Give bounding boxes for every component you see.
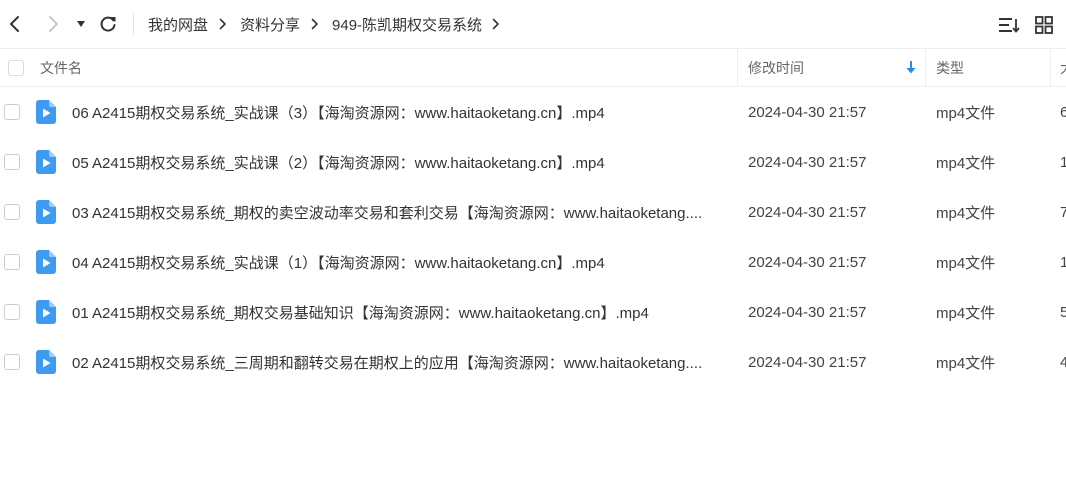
- file-name[interactable]: 02 A2415期权交易系统_三周期和翻转交易在期权上的应用【海淘资源网：www…: [72, 337, 724, 387]
- file-modified-time: 2024-04-30 21:57: [748, 103, 867, 121]
- column-header-modified[interactable]: 修改时间: [748, 49, 804, 86]
- video-file-icon: [36, 250, 56, 274]
- file-size: 1: [1060, 253, 1066, 271]
- grid-view-icon: [1035, 16, 1053, 34]
- row-checkbox[interactable]: [4, 354, 20, 370]
- row-checkbox[interactable]: [4, 254, 20, 270]
- file-name[interactable]: 01 A2415期权交易系统_期权交易基础知识【海淘资源网：www.haitao…: [72, 287, 724, 337]
- breadcrumb-item-my-drive[interactable]: 我的网盘: [148, 14, 208, 35]
- refresh-button[interactable]: [96, 10, 120, 38]
- column-header-type[interactable]: 类型: [936, 49, 964, 86]
- column-header-size[interactable]: 大: [1060, 49, 1066, 86]
- file-modified-time: 2024-04-30 21:57: [748, 153, 867, 171]
- file-type: mp4文件: [936, 204, 996, 222]
- table-row[interactable]: 06 A2415期权交易系统_实战课（3）【海淘资源网：www.haitaoke…: [0, 87, 1066, 137]
- column-divider: [1050, 49, 1051, 86]
- file-modified-time: 2024-04-30 21:57: [748, 303, 867, 321]
- column-divider: [737, 49, 738, 86]
- select-all-checkbox[interactable]: [8, 49, 24, 86]
- back-button[interactable]: [3, 10, 27, 38]
- file-list: 06 A2415期权交易系统_实战课（3）【海淘资源网：www.haitaoke…: [0, 87, 1066, 387]
- file-type: mp4文件: [936, 304, 996, 322]
- file-list-header: 文件名 修改时间 类型 大: [0, 48, 1066, 87]
- video-file-icon: [36, 100, 56, 124]
- column-header-name[interactable]: 文件名: [40, 49, 82, 86]
- breadcrumb-separator-icon: [311, 18, 319, 30]
- file-name[interactable]: 04 A2415期权交易系统_实战课（1）【海淘资源网：www.haitaoke…: [72, 237, 724, 287]
- refresh-icon: [100, 16, 116, 32]
- video-file-icon: [36, 350, 56, 374]
- file-name[interactable]: 05 A2415期权交易系统_实战课（2）【海淘资源网：www.haitaoke…: [72, 137, 724, 187]
- breadcrumb-item-shared[interactable]: 资料分享: [240, 14, 300, 35]
- file-modified-time: 2024-04-30 21:57: [748, 203, 867, 221]
- row-checkbox[interactable]: [4, 104, 20, 120]
- file-size: 5: [1060, 303, 1066, 321]
- file-modified-time: 2024-04-30 21:57: [748, 253, 867, 271]
- video-file-icon: [36, 150, 56, 174]
- history-dropdown-button[interactable]: [70, 10, 92, 38]
- file-size: 4: [1060, 353, 1066, 371]
- column-divider: [925, 49, 926, 86]
- file-size: 1: [1060, 153, 1066, 171]
- toolbar-divider: [133, 13, 134, 35]
- arrow-down-icon[interactable]: [905, 60, 917, 74]
- chevron-right-icon: [49, 16, 58, 32]
- table-row[interactable]: 01 A2415期权交易系统_期权交易基础知识【海淘资源网：www.haitao…: [0, 287, 1066, 337]
- row-checkbox[interactable]: [4, 204, 20, 220]
- sort-options-button[interactable]: [997, 13, 1021, 37]
- file-size: 6: [1060, 103, 1066, 121]
- breadcrumb: 我的网盘 资料分享 949-陈凯期权交易系统: [148, 0, 513, 48]
- caret-down-icon: [77, 21, 85, 27]
- table-row[interactable]: 05 A2415期权交易系统_实战课（2）【海淘资源网：www.haitaoke…: [0, 137, 1066, 187]
- file-type: mp4文件: [936, 154, 996, 172]
- breadcrumb-separator-icon: [219, 18, 227, 30]
- table-row[interactable]: 04 A2415期权交易系统_实战课（1）【海淘资源网：www.haitaoke…: [0, 237, 1066, 287]
- file-modified-time: 2024-04-30 21:57: [748, 353, 867, 371]
- breadcrumb-item-current-folder[interactable]: 949-陈凯期权交易系统: [332, 14, 482, 35]
- sort-list-icon: [999, 18, 1020, 33]
- video-file-icon: [36, 300, 56, 324]
- toolbar: 我的网盘 资料分享 949-陈凯期权交易系统: [0, 0, 1066, 48]
- table-row[interactable]: 03 A2415期权交易系统_期权的卖空波动率交易和套利交易【海淘资源网：www…: [0, 187, 1066, 237]
- file-name[interactable]: 03 A2415期权交易系统_期权的卖空波动率交易和套利交易【海淘资源网：www…: [72, 187, 724, 237]
- file-type: mp4文件: [936, 254, 996, 272]
- chevron-left-icon: [10, 16, 19, 32]
- row-checkbox[interactable]: [4, 304, 20, 320]
- file-size: 7: [1060, 203, 1066, 221]
- video-file-icon: [36, 200, 56, 224]
- file-name[interactable]: 06 A2415期权交易系统_实战课（3）【海淘资源网：www.haitaoke…: [72, 87, 724, 137]
- file-type: mp4文件: [936, 354, 996, 372]
- grid-view-button[interactable]: [1032, 13, 1056, 37]
- row-checkbox[interactable]: [4, 154, 20, 170]
- forward-button[interactable]: [41, 10, 65, 38]
- table-row[interactable]: 02 A2415期权交易系统_三周期和翻转交易在期权上的应用【海淘资源网：www…: [0, 337, 1066, 387]
- breadcrumb-expand-icon[interactable]: [492, 18, 500, 30]
- file-type: mp4文件: [936, 104, 996, 122]
